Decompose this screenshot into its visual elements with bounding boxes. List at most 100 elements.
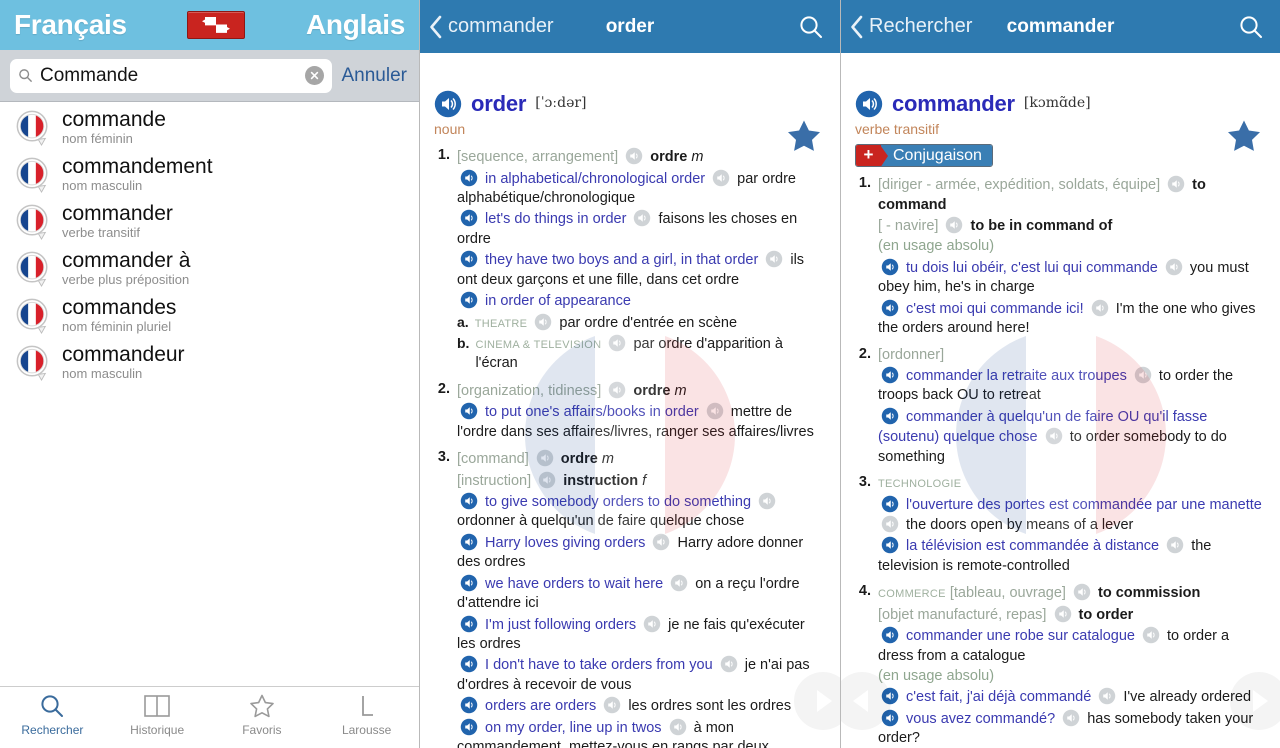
list-item-pos: nom féminin (62, 130, 133, 146)
speaker-icon[interactable] (881, 366, 899, 384)
speaker-icon[interactable] (881, 258, 899, 276)
search-icon[interactable] (798, 14, 824, 40)
search-icon[interactable] (1238, 14, 1264, 40)
speaker-icon-muted[interactable] (720, 655, 738, 673)
speaker-icon-muted[interactable] (643, 615, 661, 633)
back-button[interactable]: Rechercher (849, 14, 972, 40)
speaker-icon-muted[interactable] (608, 381, 626, 399)
speaker-icon-muted[interactable] (669, 718, 687, 736)
speaker-icon-muted[interactable] (1045, 427, 1063, 445)
speaker-icon-muted[interactable] (765, 250, 783, 268)
speaker-icon-muted[interactable] (1142, 626, 1160, 644)
speaker-icon-muted[interactable] (1054, 605, 1072, 623)
list-item-text: commandes nom féminin pluriel (62, 296, 176, 334)
sense-context: [ordonner] (878, 346, 945, 363)
speaker-icon[interactable] (460, 209, 478, 227)
example-line: they have two boys and a girl, in that o… (457, 250, 826, 290)
speaker-icon-muted[interactable] (625, 147, 643, 165)
clear-search-button[interactable] (304, 66, 324, 85)
sense-entry: 1. [sequence, arrangement] ordre m in al… (434, 146, 826, 374)
list-item-word: commandes (62, 296, 177, 320)
speaker-icon-muted[interactable] (1165, 258, 1183, 276)
example-source: I don't have to take orders from you (485, 657, 713, 674)
tab-larousse[interactable]: Larousse (314, 693, 419, 737)
tab-favoris[interactable]: Favoris (210, 693, 315, 737)
example-line: in order of appearance (457, 291, 826, 311)
speaker-icon[interactable] (460, 402, 478, 420)
favorite-star-button[interactable] (786, 119, 822, 154)
speaker-icon-muted[interactable] (706, 402, 724, 420)
book-icon (144, 695, 170, 717)
right-dictionary-panel: Rechercher commander commander [kɔmɑ̃de]… (840, 0, 1280, 748)
example-source: la télévision est commandée à distance (906, 538, 1160, 555)
speaker-icon-muted[interactable] (603, 696, 621, 714)
speaker-icon-muted[interactable] (881, 515, 899, 533)
speaker-icon[interactable] (460, 291, 478, 309)
search-input-value: Commande (40, 65, 139, 86)
speaker-icon-muted[interactable] (536, 449, 554, 467)
subsense-letter: b. (457, 335, 470, 352)
example-source: in alphabetical/chronological order (485, 170, 706, 187)
speaker-icon-muted[interactable] (538, 471, 556, 489)
speaker-icon-muted[interactable] (670, 574, 688, 592)
next-entry-button[interactable] (1230, 672, 1280, 730)
sense-domain: TECHNOLOGIE (878, 478, 962, 491)
example-line: commander la retraite aux troupes to ord… (878, 366, 1266, 406)
speaker-icon[interactable] (460, 574, 478, 592)
language-from[interactable]: Français (14, 9, 127, 41)
speaker-icon[interactable] (460, 718, 478, 736)
list-item[interactable]: commandes nom féminin pluriel (0, 292, 419, 339)
speaker-icon-muted[interactable] (1098, 687, 1116, 705)
speaker-icon-muted[interactable] (712, 169, 730, 187)
speaker-icon-muted[interactable] (1073, 583, 1091, 601)
list-item[interactable]: commande nom féminin (0, 104, 419, 151)
speaker-icon-muted[interactable] (1134, 366, 1152, 384)
tab-historique[interactable]: Historique (105, 693, 210, 737)
speaker-icon[interactable] (460, 533, 478, 551)
search-input[interactable]: Commande (10, 58, 332, 93)
list-item[interactable]: commandement nom masculin (0, 151, 419, 198)
speaker-icon[interactable] (881, 299, 899, 317)
example-source: they have two boys and a girl, in that o… (485, 252, 759, 269)
back-button[interactable]: commander (428, 14, 554, 40)
sense-entry: 4. COMMERCE [tableau, ouvrage] to commis… (855, 582, 1266, 748)
list-item[interactable]: commander verbe transitif (0, 198, 419, 245)
sense-headline-2: [instruction] instruction f (457, 471, 826, 491)
speaker-icon-muted[interactable] (633, 209, 651, 227)
speaker-icon[interactable] (460, 696, 478, 714)
list-item-word: commander à (62, 249, 191, 273)
speaker-icon[interactable] (881, 626, 899, 644)
speaker-icon[interactable] (881, 536, 899, 554)
speaker-icon[interactable] (855, 90, 883, 118)
speaker-icon-muted[interactable] (534, 313, 552, 331)
speaker-icon-muted[interactable] (608, 334, 626, 352)
conjugation-button[interactable]: + Conjugaison (855, 144, 993, 168)
speaker-icon-muted[interactable] (758, 492, 776, 510)
swap-languages-button[interactable] (187, 11, 246, 39)
senses-list: 1. [diriger - armée, expédition, soldats… (855, 174, 1266, 748)
speaker-icon[interactable] (460, 492, 478, 510)
speaker-icon-muted[interactable] (1166, 536, 1184, 554)
speaker-icon[interactable] (460, 615, 478, 633)
language-to[interactable]: Anglais (306, 9, 405, 41)
subsense-domain: THEATRE (474, 317, 528, 330)
middle-entry-body: order [ˈɔːdər] noun 1. [sequence, arrang… (420, 53, 840, 748)
favorite-star-button[interactable] (1226, 119, 1262, 154)
tab-rechercher[interactable]: Rechercher (0, 693, 105, 737)
speaker-icon-muted[interactable] (652, 533, 670, 551)
cancel-search-button[interactable]: Annuler (342, 65, 408, 87)
speaker-icon-muted[interactable] (1167, 175, 1185, 193)
speaker-icon[interactable] (881, 407, 899, 425)
speaker-icon-muted[interactable] (945, 216, 963, 234)
example-line: commander une robe sur catalogue to orde… (878, 626, 1266, 666)
speaker-icon[interactable] (460, 169, 478, 187)
speaker-icon[interactable] (460, 250, 478, 268)
speaker-icon-muted[interactable] (1062, 709, 1080, 727)
list-item[interactable]: commander à verbe plus préposition (0, 245, 419, 292)
speaker-icon[interactable] (434, 90, 462, 118)
tab-label: Rechercher (21, 723, 84, 737)
speaker-icon-muted[interactable] (1091, 299, 1109, 317)
speaker-icon[interactable] (460, 655, 478, 673)
speaker-icon[interactable] (881, 495, 899, 513)
list-item[interactable]: commandeur nom masculin (0, 339, 419, 386)
